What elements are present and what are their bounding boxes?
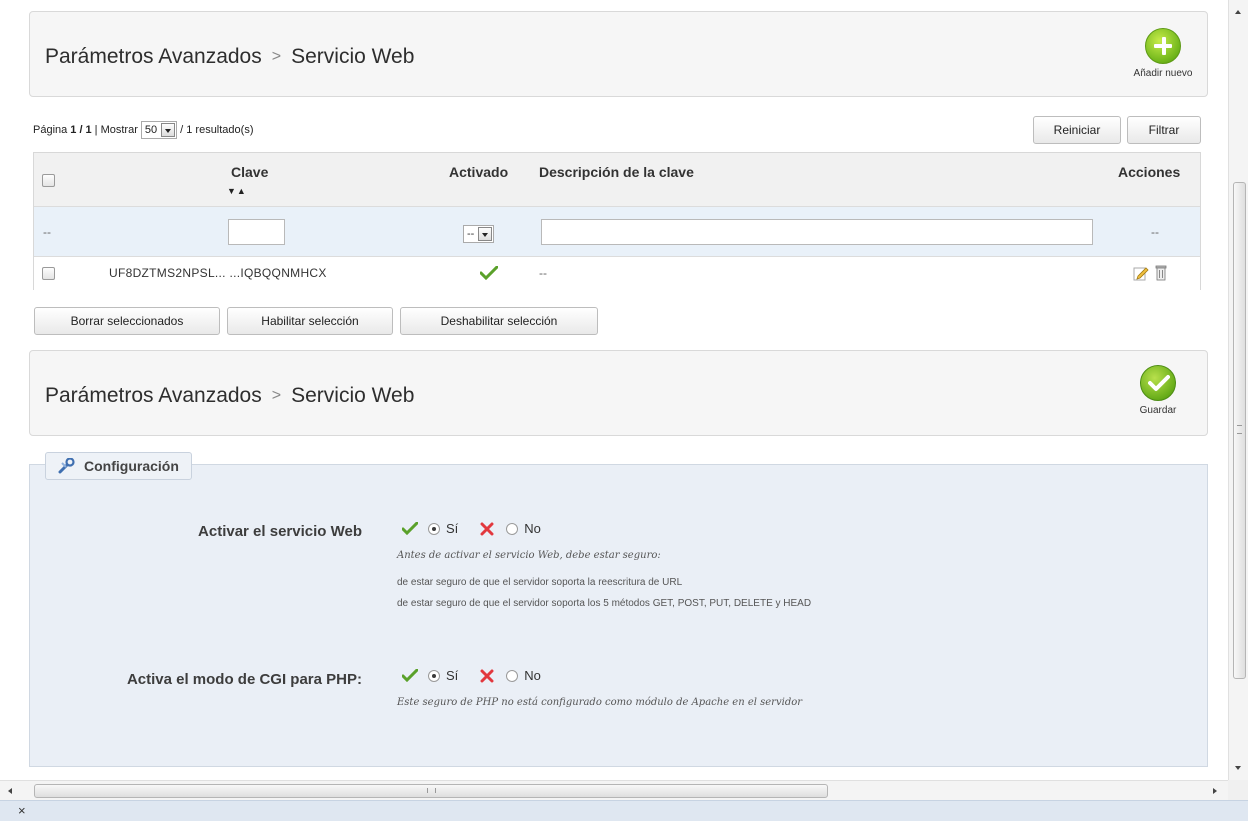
toolbar-header: Parámetros Avanzados > Servicio Web Añadir… (29, 11, 1208, 97)
webservice-no-radio[interactable] (506, 522, 519, 535)
per-page-value: 50 (144, 124, 158, 136)
disable-selection-button[interactable]: Deshabilitar selección (400, 307, 598, 335)
filter-checkbox-placeholder: -- (43, 225, 51, 239)
grip-icon (427, 788, 436, 793)
cgi-yes-radio[interactable] (428, 669, 440, 682)
webservice-yes-radio[interactable] (428, 522, 440, 535)
page-number: 1 / 1 (70, 124, 92, 136)
filter-actions-placeholder: -- (1151, 225, 1159, 239)
configuration-legend: Configuración (45, 452, 192, 480)
breadcrumb-separator: > (271, 387, 282, 404)
chevron-down-icon[interactable] (161, 123, 176, 137)
wrench-icon (58, 458, 75, 474)
column-header-active: Activado (449, 164, 509, 180)
webservice-enable-radio-group: Sí No (402, 521, 541, 536)
delete-selected-button[interactable]: Borrar seleccionados (34, 307, 220, 335)
scrollbar-corner (1228, 780, 1248, 800)
enable-selection-button[interactable]: Habilitar selección (227, 307, 393, 335)
show-label: | Mostrar (94, 124, 138, 136)
table-header: Clave ▼▲ Activado Descripción de la clav… (34, 153, 1200, 207)
chevron-down-icon[interactable] (478, 227, 493, 241)
row-checkbox[interactable] (42, 267, 55, 280)
save-button[interactable]: Guardar (1118, 365, 1198, 416)
reset-button[interactable]: Reiniciar (1033, 116, 1121, 144)
horizontal-scroll-thumb[interactable] (34, 784, 828, 798)
description-cell: -- (539, 266, 547, 280)
cross-icon (480, 522, 494, 535)
page-prefix: Página (33, 124, 68, 136)
check-icon (480, 266, 498, 280)
toolbar-config-header: Parámetros Avanzados > Servicio Web Guarda… (29, 350, 1208, 436)
sort-icons[interactable]: ▼▲ (227, 186, 247, 196)
legend-label: Configuración (84, 458, 179, 474)
add-new-button[interactable]: Añadir nuevo (1123, 28, 1203, 79)
bottom-bar: × (0, 800, 1248, 821)
scroll-down-arrow-icon[interactable] (1235, 766, 1241, 770)
save-label: Guardar (1139, 405, 1177, 416)
description-filter-input[interactable] (541, 219, 1093, 245)
filter-button[interactable]: Filtrar (1127, 116, 1201, 144)
active-filter-select[interactable]: -- (463, 225, 495, 243)
close-icon[interactable]: × (18, 803, 26, 818)
page-title: Parámetros Avanzados > Servicio Web (45, 45, 414, 69)
vertical-scrollbar[interactable] (1228, 0, 1248, 780)
trash-icon[interactable] (1155, 265, 1167, 281)
filter-row: -- -- -- (34, 207, 1200, 257)
scroll-right-arrow-icon[interactable] (1213, 788, 1217, 794)
breadcrumb-current: Servicio Web (291, 45, 415, 68)
breadcrumb-parent[interactable]: Parámetros Avanzados (45, 384, 262, 407)
results-count: / 1 resultado(s) (180, 124, 254, 136)
cgi-mode-label: Activa el modo de CGI para PHP: (126, 671, 362, 688)
column-header-actions: Acciones (1118, 164, 1181, 180)
cgi-yes-label[interactable]: Sí (446, 668, 458, 683)
column-header-key[interactable]: Clave (231, 164, 268, 180)
column-header-description: Descripción de la clave (539, 164, 694, 180)
configuration-fieldset (29, 464, 1208, 767)
webservice-no-label[interactable]: No (524, 521, 541, 536)
breadcrumb-current: Servicio Web (291, 384, 415, 407)
scroll-left-arrow-icon[interactable] (8, 788, 12, 794)
cgi-no-label[interactable]: No (524, 668, 541, 683)
cross-icon (480, 669, 494, 682)
check-icon (402, 669, 418, 682)
webservice-keys-table: Clave ▼▲ Activado Descripción de la clav… (33, 152, 1201, 290)
per-page-select[interactable]: 50 (140, 121, 178, 139)
breadcrumb-separator: > (271, 48, 282, 65)
cgi-mode-radio-group: Sí No (402, 668, 541, 683)
webservice-yes-label[interactable]: Sí (446, 521, 458, 536)
grip-icon (1237, 425, 1242, 434)
edit-icon[interactable] (1133, 265, 1149, 281)
breadcrumb-parent[interactable]: Parámetros Avanzados (45, 45, 262, 68)
webservice-hint-line-2: de estar seguro de que el servidor sopor… (397, 598, 812, 609)
table-row[interactable]: UF8DZTMS2NPSL... ...IQBQQNMHCX -- (34, 257, 1200, 290)
key-filter-input[interactable] (228, 219, 285, 245)
webservice-hint-italic: Antes de activar el servicio Web, debe e… (397, 550, 661, 561)
api-key-cell: UF8DZTMS2NPSL... ...IQBQQNMHCX (109, 266, 327, 280)
cgi-no-radio[interactable] (506, 669, 519, 682)
active-filter-value: -- (467, 228, 475, 240)
scroll-up-arrow-icon[interactable] (1235, 10, 1241, 14)
webservice-hint-line-1: de estar seguro de que el servidor sopor… (397, 577, 683, 588)
webservice-enable-label: Activar el servicio Web (198, 523, 362, 540)
add-new-label: Añadir nuevo (1133, 68, 1193, 79)
save-check-icon (1140, 365, 1176, 401)
pagination: Página 1 / 1 | Mostrar 50 / 1 resultado(… (33, 121, 254, 139)
plus-icon (1145, 28, 1181, 64)
select-all-checkbox[interactable] (42, 174, 55, 187)
page-viewport: Parámetros Avanzados > Servicio Web Añadir… (0, 0, 1228, 780)
vertical-scroll-thumb[interactable] (1233, 182, 1246, 679)
check-icon (402, 522, 418, 535)
cgi-hint-italic: Este seguro de PHP no está configurado c… (397, 697, 803, 708)
horizontal-scrollbar[interactable] (0, 780, 1228, 800)
config-page-title: Parámetros Avanzados > Servicio Web (45, 384, 414, 408)
